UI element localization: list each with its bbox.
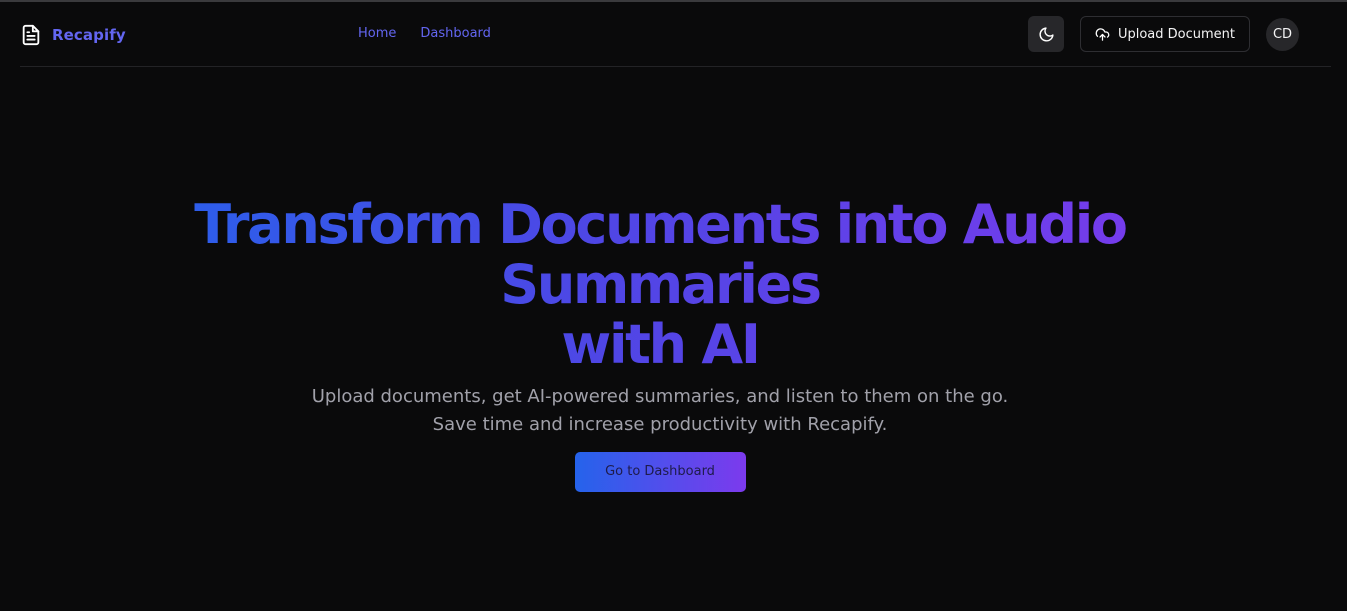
brand-logo-link[interactable]: Recapify: [20, 22, 126, 48]
upload-document-button[interactable]: Upload Document: [1080, 16, 1250, 52]
top-navbar: Recapify Home Dashboard Upload Document …: [20, 2, 1331, 67]
hero-title-line-2: with AI: [561, 313, 759, 376]
hero-subtitle-line-1: Upload documents, get AI-powered summari…: [311, 386, 1009, 407]
cloud-upload-icon: [1095, 27, 1110, 41]
document-icon: [22, 24, 40, 46]
moon-icon: [1039, 26, 1054, 41]
user-avatar[interactable]: CD: [1266, 18, 1299, 51]
hero-subtitle: Upload documents, get AI-powered summari…: [0, 383, 1320, 439]
hero-title-line-1: Transform Documents into Audio Summaries: [194, 193, 1126, 316]
nav-link-home[interactable]: Home: [358, 24, 396, 44]
hero-title: Transform Documents into Audio Summaries…: [90, 195, 1230, 375]
main-nav: Home Dashboard: [358, 24, 491, 44]
hero-section: Transform Documents into Audio Summaries…: [0, 195, 1320, 492]
hero-subtitle-line-2: Save time and increase productivity with…: [432, 414, 888, 435]
theme-toggle-button[interactable]: [1028, 16, 1064, 52]
upload-document-label: Upload Document: [1117, 26, 1236, 42]
brand-name: Recapify: [52, 26, 126, 44]
nav-link-dashboard[interactable]: Dashboard: [420, 24, 491, 44]
go-to-dashboard-button[interactable]: Go to Dashboard: [574, 452, 746, 492]
